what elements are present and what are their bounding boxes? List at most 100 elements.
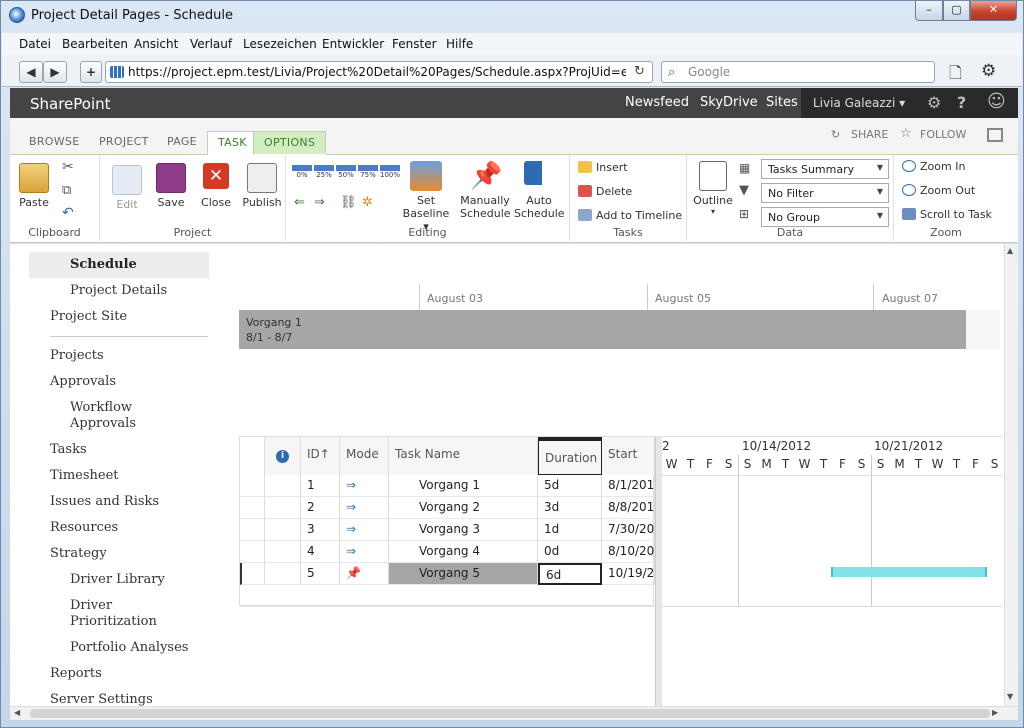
mode-cell[interactable]: ⇒ (340, 519, 389, 541)
id-cell[interactable]: 4 (301, 541, 340, 563)
duration-cell[interactable]: 0d (538, 541, 602, 563)
copy-icon[interactable]: ⧉ (62, 183, 71, 198)
settings-gear-icon[interactable]: ⚙ (927, 93, 941, 112)
tab-task[interactable]: TASK (207, 131, 258, 155)
scroll-thumb[interactable] (30, 709, 990, 718)
scroll-left-icon[interactable]: ◀ (14, 708, 20, 717)
scroll-up-icon[interactable]: ▲ (1007, 246, 1013, 255)
back-button[interactable]: ◀ (19, 61, 43, 83)
grid-gantt-splitter[interactable] (655, 436, 662, 706)
mode-cell[interactable]: ⇒ (340, 497, 389, 519)
close-window-button[interactable]: ✕ (970, 1, 1017, 21)
table-row[interactable]: 1 ⇒ Vorgang 15d8/1/2012 (240, 475, 655, 497)
sharepoint-brand[interactable]: SharePoint (30, 95, 111, 113)
unlink-icon[interactable]: ✲ (362, 195, 373, 210)
id-cell[interactable]: 1 (301, 475, 340, 497)
paste-button[interactable]: Paste (16, 163, 52, 209)
edit-button[interactable]: Edit (112, 165, 142, 211)
nav-driver-library[interactable]: Driver Library (70, 572, 165, 587)
table-row[interactable]: 4 ⇒ Vorgang 40d8/10/2012 (240, 541, 655, 563)
mode-cell[interactable]: ⇒ (340, 475, 389, 497)
add-to-timeline-button[interactable]: Add to Timeline (578, 209, 682, 222)
outline-button[interactable]: Outline ▾ (693, 161, 733, 216)
delete-task-button[interactable]: Delete (578, 185, 632, 198)
task-name-cell[interactable]: Vorgang 3 (389, 519, 538, 541)
start-cell[interactable]: 8/8/2012 (602, 497, 655, 519)
menu-lesezeichen[interactable]: Lesezeichen (243, 37, 317, 51)
info-column-header[interactable]: i (265, 437, 301, 475)
user-menu[interactable]: Livia Galeazzi ▾ (813, 96, 905, 110)
nav-driver-prioritization-2[interactable]: Prioritization (70, 614, 157, 629)
gantt-task-bar-vorgang-5[interactable] (831, 567, 987, 577)
task-name-cell[interactable]: Vorgang 5 (389, 563, 538, 585)
table-row[interactable]: 5 📌 Vorgang 56d10/19/2012 (240, 563, 655, 585)
mode-cell[interactable]: 📌 (340, 563, 389, 585)
pct-50-button[interactable]: 50% (336, 165, 356, 185)
start-cell[interactable]: 7/30/2012 (602, 519, 655, 541)
url-text[interactable]: https://project.epm.test/Livia/Project%2… (128, 65, 626, 79)
nav-driver-prioritization[interactable]: Driver (70, 598, 112, 613)
help-icon[interactable]: ? (957, 93, 966, 112)
task-name-cell[interactable]: Vorgang 4 (389, 541, 538, 563)
table-row[interactable]: 2 ⇒ Vorgang 23d8/8/2012 (240, 497, 655, 519)
maximize-button[interactable]: ▢ (943, 1, 970, 21)
menu-datei[interactable]: Datei (19, 37, 51, 51)
nav-workflow-approvals[interactable]: Workflow (70, 400, 132, 415)
task-name-column-header[interactable]: Task Name (389, 437, 538, 475)
smiley-icon[interactable]: ☺ (987, 91, 1006, 112)
publish-button[interactable]: Publish (242, 163, 282, 209)
zoom-in-button[interactable]: Zoom In (902, 160, 965, 173)
page-menu-icon[interactable]: 🗋 (949, 62, 971, 82)
nav-issues-risks[interactable]: Issues and Risks (50, 494, 159, 509)
scroll-down-icon[interactable]: ▼ (1007, 692, 1013, 701)
focus-content-icon[interactable] (987, 128, 1003, 142)
timeline-task-bar[interactable]: Vorgang 1 8/1 - 8/7 (239, 310, 966, 349)
manually-schedule-button[interactable]: 📌 Manually Schedule (460, 161, 511, 220)
vertical-scrollbar[interactable]: ▲ ▼ (1004, 244, 1018, 706)
pct-25-button[interactable]: 25% (314, 165, 334, 185)
task-name-cell[interactable]: Vorgang 2 (389, 497, 538, 519)
zoom-out-button[interactable]: Zoom Out (902, 184, 975, 197)
start-cell[interactable]: 8/10/2012 (602, 541, 655, 563)
nav-server-settings[interactable]: Server Settings (50, 692, 153, 706)
cut-icon[interactable]: ✂ (62, 159, 74, 175)
menu-fenster[interactable]: Fenster (392, 37, 437, 51)
save-button[interactable]: Save (156, 163, 186, 209)
pct-0-button[interactable]: 0% (292, 165, 312, 185)
start-cell[interactable]: 10/19/2012 (602, 563, 655, 585)
share-button[interactable]: SHARE (851, 128, 888, 141)
nav-project-site[interactable]: Project Site (50, 309, 127, 324)
search-bar[interactable]: ⌕ Google (661, 61, 935, 83)
id-cell[interactable]: 3 (301, 519, 340, 541)
new-tab-button[interactable]: + (80, 61, 102, 83)
tab-options[interactable]: OPTIONS (253, 131, 327, 155)
url-bar[interactable]: https://project.epm.test/Livia/Project%2… (105, 61, 653, 83)
group-select[interactable]: No Group ▼ (761, 207, 889, 227)
follow-star-icon[interactable]: ☆ (900, 126, 912, 141)
nav-projects[interactable]: Projects (50, 348, 104, 363)
nav-resources[interactable]: Resources (50, 520, 118, 535)
insert-task-button[interactable]: Insert (578, 161, 628, 174)
close-project-button[interactable]: ✕ Close (200, 163, 232, 209)
follow-button[interactable]: FOLLOW (920, 128, 966, 141)
pct-75-button[interactable]: 75% (358, 165, 378, 185)
newsfeed-link[interactable]: Newsfeed (625, 95, 689, 110)
menu-hilfe[interactable]: Hilfe (446, 37, 473, 51)
start-column-header[interactable]: Start (602, 437, 655, 475)
scroll-to-task-button[interactable]: Scroll to Task (902, 208, 992, 221)
pct-100-button[interactable]: 100% (380, 165, 400, 185)
nav-strategy[interactable]: Strategy (50, 546, 107, 561)
nav-workflow-approvals-2[interactable]: Approvals (70, 416, 136, 431)
duration-cell[interactable]: 6d (538, 563, 602, 585)
start-cell[interactable]: 8/1/2012 (602, 475, 655, 497)
sites-link[interactable]: Sites (766, 95, 798, 110)
auto-schedule-button[interactable]: Auto Schedule (514, 161, 565, 220)
nav-schedule[interactable]: Schedule (70, 257, 137, 272)
mode-column-header[interactable]: Mode (340, 437, 389, 475)
nav-tasks[interactable]: Tasks (50, 442, 87, 457)
tab-page[interactable]: PAGE (157, 131, 207, 155)
menu-bearbeiten[interactable]: Bearbeiten (62, 37, 128, 51)
search-input[interactable]: Google (688, 65, 730, 79)
outdent-icon[interactable]: ⇐ (294, 195, 305, 210)
duration-cell[interactable]: 3d (538, 497, 602, 519)
